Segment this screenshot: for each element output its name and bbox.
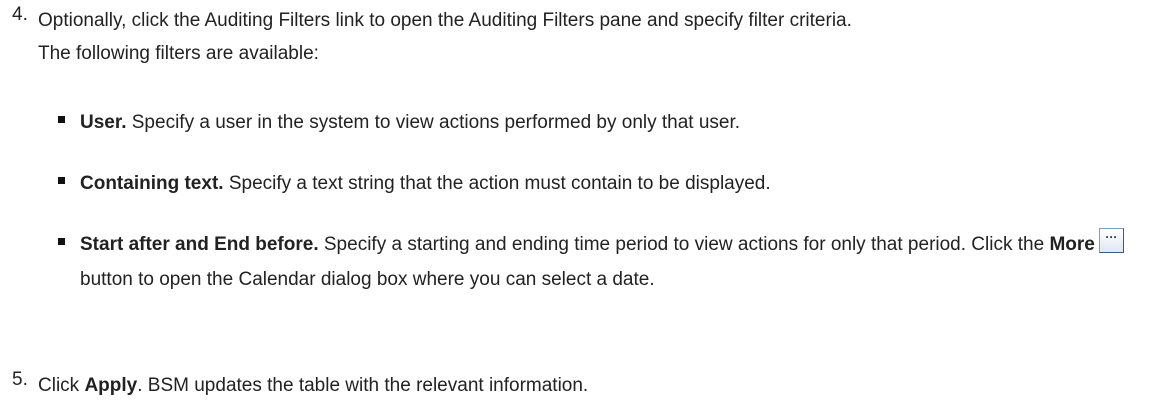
apply-label: Apply	[84, 375, 138, 396]
step-number: 4.	[12, 4, 28, 25]
step-text-line-1: Optionally, click the Auditing Filters l…	[38, 10, 852, 31]
more-label: More	[1049, 234, 1095, 255]
step-text-before: Click	[38, 375, 85, 396]
step-text: Click Apply. BSM updates the table with …	[38, 369, 1159, 402]
bullet-description-continued: button to open the Calendar dialog box w…	[80, 269, 655, 290]
bullet-square-icon	[58, 238, 65, 245]
step-text: Optionally, click the Auditing Filters l…	[38, 4, 1159, 70]
bullet-text: Start after and End before. Specify a st…	[80, 227, 1150, 297]
ellipsis-icon: ···	[1105, 230, 1118, 244]
step-number: 5.	[12, 369, 28, 390]
bullet-text: Containing text. Specify a text string t…	[80, 166, 1150, 201]
bullet-square-icon	[58, 116, 65, 123]
bullet-text: User. Specify a user in the system to vi…	[80, 105, 1150, 140]
bullet-term: Start after and End before.	[80, 234, 319, 255]
bullet-square-icon	[58, 177, 65, 184]
bullet-term: User.	[80, 112, 127, 133]
bullet-description: Specify a starting and ending time perio…	[318, 234, 1050, 255]
step-text-line-2: The following filters are available:	[38, 43, 319, 64]
step-text-after: . BSM updates the table with the relevan…	[137, 375, 589, 396]
more-button[interactable]: ···	[1098, 228, 1124, 253]
bullet-description: Specify a text string that the action mu…	[223, 173, 771, 194]
bullet-term: Containing text.	[80, 173, 224, 194]
bullet-description: Specify a user in the system to view act…	[126, 112, 741, 133]
